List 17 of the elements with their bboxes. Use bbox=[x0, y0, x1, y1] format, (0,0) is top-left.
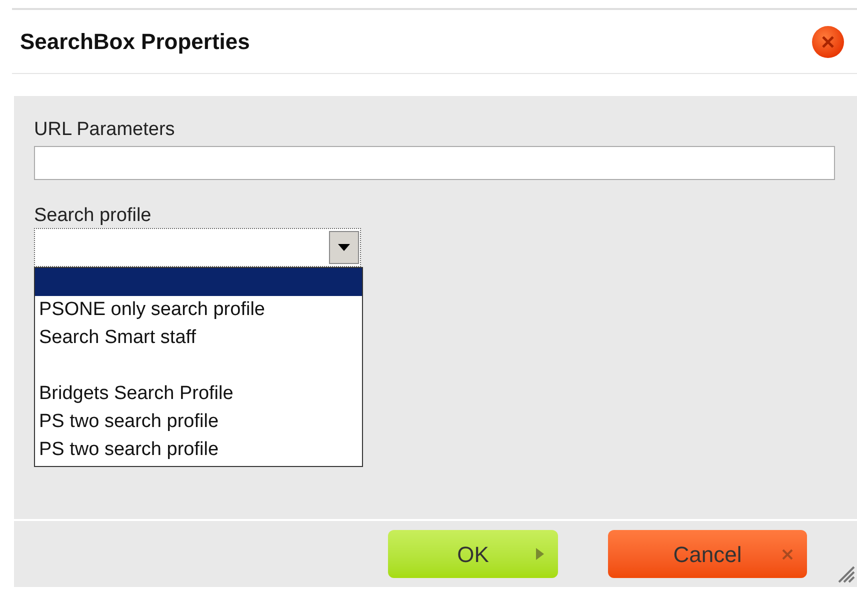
close-icon[interactable] bbox=[811, 24, 845, 58]
dropdown-option[interactable]: Search Smart staff bbox=[35, 324, 362, 352]
cancel-button[interactable]: Cancel bbox=[608, 530, 807, 578]
input-field[interactable] bbox=[34, 146, 835, 180]
triangle-icon bbox=[536, 548, 544, 560]
field-label: URL Parameters bbox=[34, 118, 176, 142]
dropdown-option[interactable]: PSONE only search profile bbox=[35, 296, 362, 324]
dropdown-button[interactable] bbox=[329, 231, 359, 264]
ok-button[interactable]: OK bbox=[388, 530, 558, 578]
dropdown-option[interactable]: Bridgets Search Profile bbox=[35, 380, 362, 408]
dropdown-option[interactable]: PS two search profile bbox=[35, 436, 362, 464]
field-label: Search profile bbox=[34, 204, 152, 228]
close-icon bbox=[782, 548, 793, 560]
dialog-title: SearchBox Properties bbox=[19, 28, 250, 56]
dropdown-option[interactable]: PS two search profile bbox=[35, 408, 362, 436]
caret-icon bbox=[338, 244, 350, 251]
dropdown-field[interactable] bbox=[34, 228, 361, 267]
